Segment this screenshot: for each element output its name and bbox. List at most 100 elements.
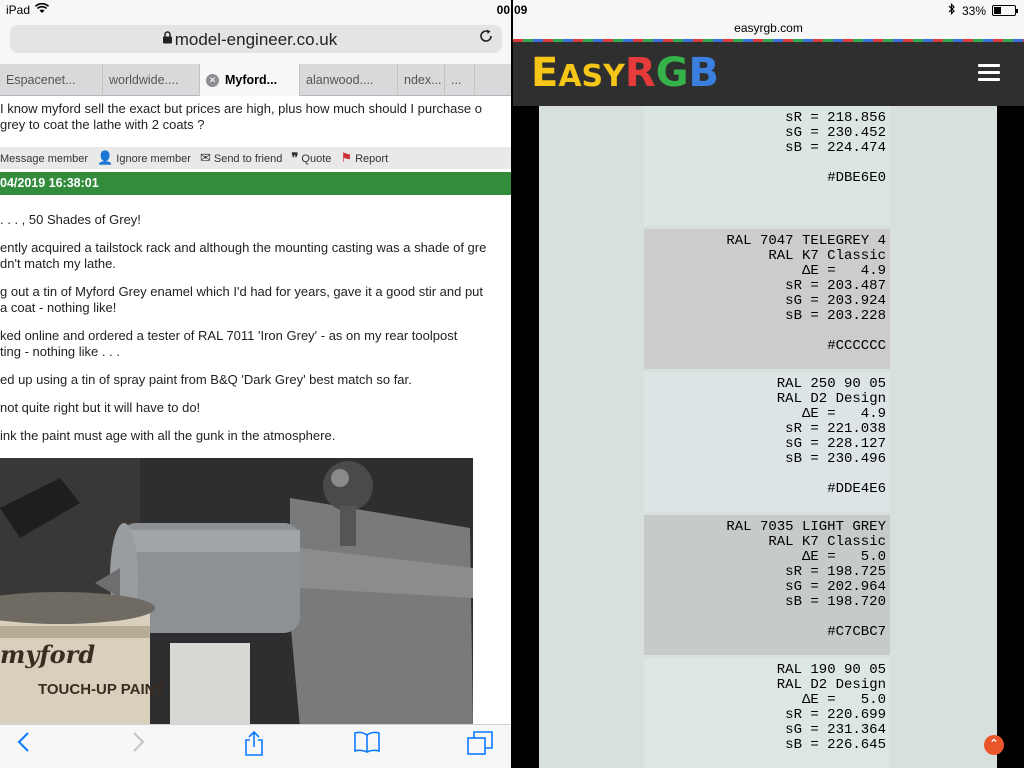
color-detail-line: sR = 220.699 [785,707,886,723]
post-line: g out a tin of Myford Grey enamel which … [0,284,484,299]
color-detail-line: RAL K7 Classic [768,534,886,550]
quote-link[interactable]: Quote [301,153,331,165]
share-icon[interactable] [244,730,264,764]
post-line: ked online and ordered a tester of RAL 7… [0,328,458,343]
color-match-list: ΔE = 4.9 sR = 218.856sG = 230.452sB = 224… [644,106,890,768]
quote-icon: ❞ [291,150,299,165]
hex-value: #CCCCCC [827,338,886,354]
menu-icon[interactable] [978,64,1000,82]
color-detail-line: sG = 228.127 [785,436,886,452]
post-body: . . . , 50 Shades of Grey! ently acquire… [0,212,511,456]
color-detail-line: RAL 7047 TELEGREY 4 [726,233,886,249]
previous-post-text: I know myford sell the exact but prices … [0,101,511,133]
color-detail-line: sB = 230.496 [785,451,886,467]
right-address-bar[interactable]: easyrgb.com [513,20,1024,40]
tab-label: ndex... [404,73,442,87]
color-detail-line: ΔE = 5.0 [801,549,886,565]
color-detail-line: RAL 190 90 05 [776,662,886,678]
post-line: ed up using a tin of spray paint from B&… [0,372,412,387]
tab-label: alanwood.... [306,73,374,87]
tab-label: Myford... [225,73,278,87]
tabs-icon[interactable] [467,731,493,762]
report-link[interactable]: Report [355,153,388,165]
color-detail-line: RAL 7035 LIGHT GREY [726,519,886,535]
reload-icon[interactable] [478,28,494,49]
color-detail-line: sG = 202.964 [785,579,886,595]
post-line: not quite right but it will have to do! [0,400,201,415]
logo-letter-b: B [688,50,720,96]
left-address-bar[interactable]: model-engineer.co.uk [10,25,502,53]
right-domain: easyrgb.com [734,21,803,35]
tab-alanwood[interactable]: alanwood.... [300,64,398,96]
color-detail-line: RAL D2 Design [776,391,886,407]
bookmarks-icon[interactable] [354,731,380,760]
message-member-link[interactable]: Message member [0,153,88,165]
color-match-card[interactable]: RAL 7035 LIGHT GREY RAL K7 Classic ΔE = 5.… [644,515,890,655]
ignore-member-icon: 👤 [97,150,114,165]
color-detail-line: RAL D2 Design [776,677,886,693]
post-line: dn't match my lathe. [0,256,116,271]
color-match-card[interactable]: RAL 7047 TELEGREY 4 RAL K7 Classic ΔE = 4.… [644,229,890,369]
easyrgb-header: EASYRGB [513,42,1024,106]
color-detail-line: sB = 226.645 [785,737,886,753]
previous-post-line: grey to coat the lathe with 2 coats ? [0,117,205,132]
tab-label: Espacenet... [6,73,76,87]
status-right: 33% [948,3,1018,18]
color-detail-line: sR = 221.038 [785,421,886,437]
color-detail-line: sG = 203.924 [785,293,886,309]
tab-worldwide[interactable]: worldwide.... [103,64,200,96]
ignore-member-link[interactable]: Ignore member [116,153,191,165]
tab-index[interactable]: ndex... [398,64,445,96]
report-flag-icon: ⚑ [340,150,353,165]
ipad-split-screen: iPad 00:09 33% model-engineer.co.uk [0,0,1024,768]
tab-espacenet[interactable]: Espacenet... [0,64,103,96]
back-icon[interactable] [16,731,30,760]
color-detail-line: sR = 203.487 [785,278,886,294]
results-page: ΔE = 4.9 sR = 218.856sG = 230.452sB = 224… [539,106,997,768]
logo-letter-r: R [624,50,656,96]
battery-fill [994,7,1001,14]
logo-letter-g: G [655,50,689,96]
forward-icon[interactable] [132,731,146,760]
previous-post-line: I know myford sell the exact but prices … [0,101,482,116]
left-bottom-toolbar [0,724,511,768]
hex-value: #DDE4E6 [827,481,886,497]
easyrgb-logo[interactable]: EASYRGB [531,50,719,96]
color-detail-line: RAL K7 Classic [768,248,886,264]
battery-percent: 33% [961,3,986,18]
post-line: a coat - nothing like! [0,300,117,315]
post-line: ently acquired a tailstock rack and alth… [0,240,487,255]
color-detail-line: sB = 198.720 [785,594,886,610]
hex-value: #DBE6E0 [827,170,886,186]
hex-value: #C7CBC7 [827,624,886,640]
post-line: ting - nothing like . . . [0,344,120,359]
post-line: ink the paint must age with all the gunk… [0,428,336,443]
send-to-friend-link[interactable]: Send to friend [214,153,283,165]
tailstock-photo[interactable]: myford TOUCH-UP PAINT [0,458,473,724]
post-line: . . . , 50 Shades of Grey! [0,212,141,227]
color-match-card[interactable]: ΔE = 4.9sR = 218.856sG = 230.452sB = 224… [644,106,890,226]
photo-illustration: myford TOUCH-UP PAINT [0,458,473,724]
photo-label-text: TOUCH-UP PAINT [38,681,165,698]
close-tab-icon[interactable]: ✕ [206,74,219,88]
left-address-area: model-engineer.co.uk [0,20,511,64]
color-detail-line: ΔE = 5.0 [801,692,886,708]
tab-myford[interactable]: ✕ Myford... [200,64,300,96]
color-detail-line: sB = 224.474 [785,140,886,156]
tab-more[interactable]: ... [445,64,475,96]
scroll-to-top-icon[interactable]: ⌃ [984,735,1004,755]
logo-letters-asy: ASY [558,59,625,94]
color-match-card[interactable]: RAL 250 90 05 RAL D2 Design ΔE = 4.9 sR = 2… [644,372,890,512]
post-header: 04/2019 16:38:01 [0,172,511,195]
post-actions: Message member 👤 Ignore member ✉ Send to f… [0,147,511,169]
battery-icon [992,5,1018,16]
forum-content: I know myford sell the exact but prices … [0,97,511,724]
tab-label: ... [451,73,462,87]
color-match-card[interactable]: RAL 190 90 05 RAL D2 Design ΔE = 5.0 sR = 2… [644,658,890,768]
color-detail-line: sR = 218.856 [785,110,886,126]
tab-strip: Espacenet... worldwide.... ✕ Myford... al… [0,64,511,96]
